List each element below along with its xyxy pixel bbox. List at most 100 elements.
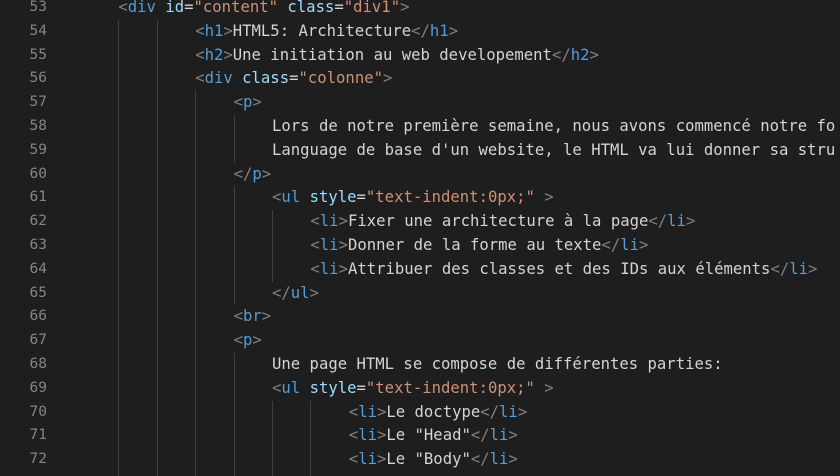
token-string: "colonne" <box>298 69 383 88</box>
token-punct: </ <box>648 212 668 231</box>
token-punct: > <box>639 235 649 254</box>
token-punct: > <box>261 307 272 326</box>
token-text: Une page HTML se compose de différentes … <box>272 354 723 373</box>
token-punct: < <box>310 235 320 254</box>
indent-guide <box>272 471 273 476</box>
line-number: 64 <box>29 260 47 277</box>
token-tag: li <box>319 235 339 254</box>
token-tag: h2 <box>204 45 224 64</box>
code-text: <div id="content" class="div1"> <box>80 0 409 20</box>
token-punct: > <box>544 188 554 207</box>
token-tag: li <box>319 259 339 278</box>
token-text: Une initiation au web developement <box>232 45 552 64</box>
code-text: </p> <box>80 163 272 187</box>
token-punct: </ <box>470 426 490 445</box>
token-punct: > <box>808 259 818 278</box>
token-punct: </ <box>770 259 790 278</box>
indent-guide <box>233 471 235 476</box>
token-string: "text-indent:0px;" <box>365 378 535 397</box>
token-text: = <box>334 0 344 16</box>
token-tag: div <box>204 69 233 88</box>
token-punct: </ <box>272 283 291 302</box>
token-text: Fixer une architecture à la page <box>347 212 649 231</box>
token-punct: > <box>400 0 410 16</box>
token-punct: </ <box>551 45 571 64</box>
code-text: <li>Le doctype</li> <box>80 401 527 425</box>
token-text: Language de base d'un website, le HTML v… <box>272 140 836 159</box>
code-text: <ul style="text-indent:0px;" > <box>80 377 554 401</box>
token-punct: < <box>272 378 282 397</box>
token-punct: > <box>338 259 348 278</box>
token-punct: > <box>544 378 554 397</box>
token-text: Le doctype <box>386 402 481 421</box>
line-number: 55 <box>29 46 47 63</box>
code-text: Lors de notre première semaine, nous avo… <box>80 115 835 139</box>
token-tag: h1 <box>204 21 224 40</box>
token-tag: li <box>489 450 509 469</box>
line-number: 66 <box>29 308 47 325</box>
line-number: 68 <box>29 355 47 372</box>
token-punct: > <box>223 45 233 64</box>
token-string: "content" <box>193 0 279 16</box>
token-attr: style <box>309 188 357 207</box>
code-text: <li>Attribuer des classes et des IDs aux… <box>80 258 817 282</box>
token-tag: p <box>242 93 253 112</box>
line-number: 56 <box>29 70 47 87</box>
token-tag: p <box>242 331 253 350</box>
token-punct: < <box>348 426 359 445</box>
line-number: 62 <box>29 213 47 230</box>
code-text: </ul> <box>80 282 319 306</box>
token-text: Le "Body" <box>386 450 471 469</box>
token-punct: < <box>118 0 128 16</box>
token-punct: </ <box>411 21 430 40</box>
code-text: Language de base d'un website, le HTML v… <box>80 139 835 163</box>
token-punct: < <box>233 307 243 326</box>
token-punct: > <box>376 450 387 469</box>
token-tag: li <box>358 402 377 421</box>
token-punct: > <box>589 45 599 64</box>
line-number: 69 <box>29 379 47 396</box>
token-tag: h2 <box>570 45 590 64</box>
token-punct: > <box>376 402 387 421</box>
code-text: <li>Donner de la forme au texte</li> <box>80 234 648 258</box>
line-number: 54 <box>29 22 47 39</box>
token-punct: </ <box>470 450 490 469</box>
line-number: 53 <box>29 0 47 15</box>
token-punct: > <box>448 21 459 40</box>
code-text: <p> <box>80 329 262 353</box>
token-string: "div1" <box>343 0 401 16</box>
token-tag: h1 <box>429 21 449 40</box>
code-editor[interactable]: 53 <div id="content" class="div1"> 54 <h1>H… <box>0 0 840 476</box>
token-text: = <box>356 188 366 207</box>
token-punct: > <box>252 93 262 112</box>
line-number: 58 <box>29 117 47 134</box>
line-number: 70 <box>29 403 47 420</box>
token-punct: > <box>338 235 348 254</box>
token-text: Donner de la forme au texte <box>347 235 602 254</box>
token-punct: > <box>685 212 696 231</box>
token-tag: br <box>242 307 262 326</box>
token-punct: < <box>348 402 359 421</box>
token-punct: < <box>195 69 205 88</box>
indent-guide <box>118 471 120 476</box>
code-text: <h2>Une initiation au web developement</… <box>80 44 599 68</box>
token-tag: li <box>358 450 377 469</box>
token-tag: p <box>252 164 262 183</box>
line-number: 63 <box>29 236 47 253</box>
token-punct: > <box>252 331 262 350</box>
token-punct: > <box>517 402 528 421</box>
token-tag: li <box>620 235 639 254</box>
code-text: Une page HTML se compose de différentes … <box>80 353 723 377</box>
token-tag: div <box>127 0 156 16</box>
code-text: <ul style="text-indent:0px;" > <box>80 186 554 210</box>
indent-guide <box>195 471 197 476</box>
token-tag: li <box>358 426 377 445</box>
token-text: = <box>356 378 366 397</box>
token-punct: </ <box>601 235 621 254</box>
token-tag: ul <box>281 188 301 207</box>
token-punct: < <box>233 93 243 112</box>
